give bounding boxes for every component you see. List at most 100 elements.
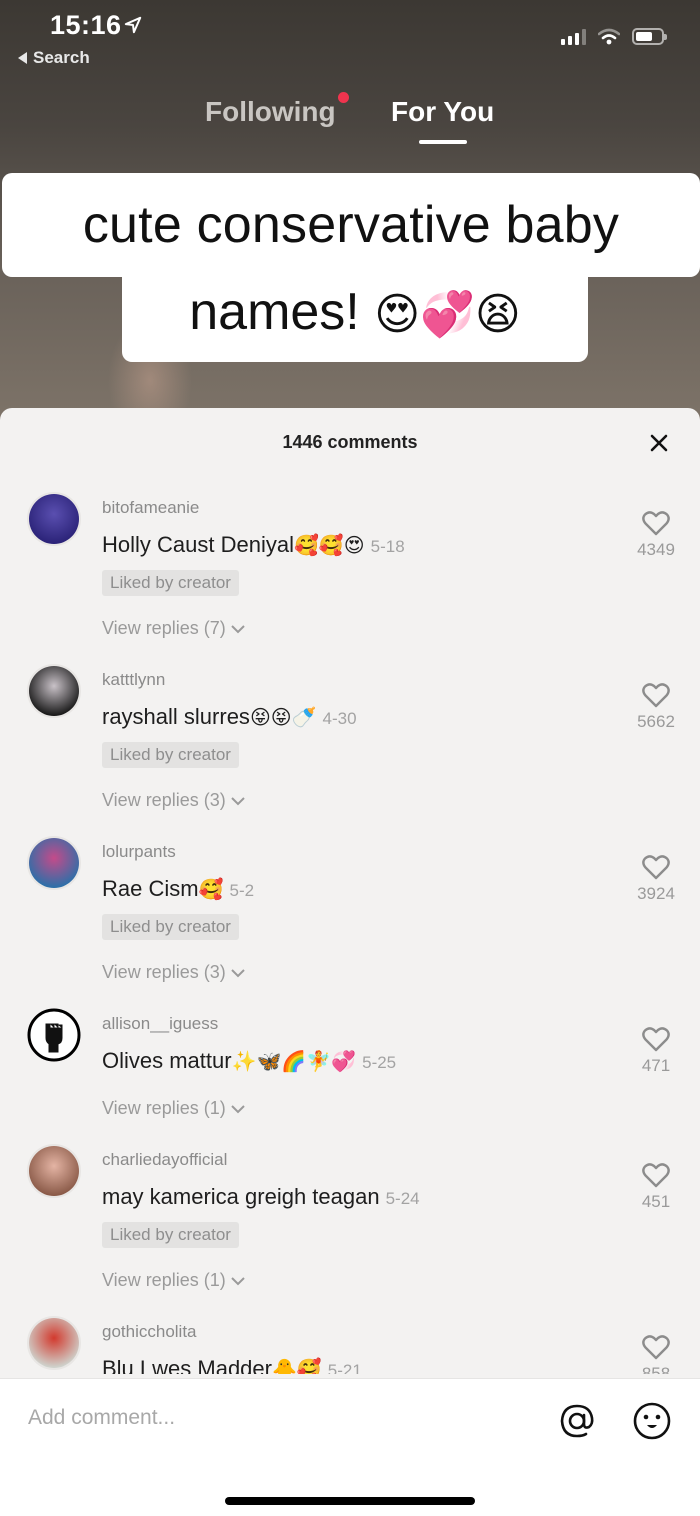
like-button[interactable]: 858 bbox=[626, 1334, 686, 1374]
comment-username[interactable]: bitofameanie bbox=[102, 498, 199, 518]
chevron-down-icon bbox=[231, 1104, 245, 1113]
view-replies-button[interactable]: View replies (1) bbox=[102, 1270, 246, 1291]
status-bar: 15:16 Search bbox=[0, 0, 700, 80]
comment-item[interactable]: bitofameanie Holly Caust Deniyal🥰🥰😍 5-18 Li… bbox=[0, 484, 700, 656]
comment-text: may kamerica greigh teagan 5-24 bbox=[102, 1184, 420, 1210]
like-count: 471 bbox=[641, 1056, 671, 1075]
heart-icon bbox=[642, 511, 670, 536]
comment-date: 5-21 bbox=[327, 1361, 362, 1374]
avatar[interactable] bbox=[27, 1144, 81, 1198]
comment-username[interactable]: allison__iguess bbox=[102, 1014, 218, 1034]
comment-emojis: 😝😝🍼 bbox=[249, 707, 317, 729]
heart-icon bbox=[642, 1027, 670, 1052]
chevron-down-icon bbox=[231, 624, 245, 633]
battery-icon bbox=[632, 28, 667, 45]
comment-emojis: 🐥🥰 bbox=[271, 1359, 322, 1374]
heart-icon bbox=[642, 1163, 670, 1188]
home-indicator[interactable] bbox=[225, 1497, 475, 1505]
back-to-search-button[interactable]: Search bbox=[18, 48, 90, 68]
view-replies-button[interactable]: View replies (7) bbox=[102, 618, 246, 639]
comment-body: Blu Lwes Madder bbox=[102, 1356, 272, 1374]
smiley-icon[interactable] bbox=[632, 1401, 672, 1441]
status-time: 15:16 bbox=[50, 10, 122, 40]
like-button[interactable]: 3924 bbox=[626, 854, 686, 904]
liked-by-creator-badge: Liked by creator bbox=[102, 914, 239, 940]
heart-icon bbox=[642, 855, 670, 880]
avatar[interactable] bbox=[27, 836, 81, 890]
comment-item[interactable]: gothiccholita Blu Lwes Madder🐥🥰 5-21 858 bbox=[0, 1308, 700, 1374]
comment-date: 5-2 bbox=[229, 881, 255, 900]
comment-composer bbox=[0, 1378, 700, 1516]
like-count: 858 bbox=[641, 1364, 671, 1374]
notification-dot bbox=[338, 92, 349, 103]
comment-date: 5-18 bbox=[370, 537, 405, 556]
comments-count-title: 1446 comments bbox=[282, 432, 418, 452]
view-replies-button[interactable]: View replies (1) bbox=[102, 1098, 246, 1119]
view-replies-label: View replies (3) bbox=[102, 962, 226, 982]
like-count: 5662 bbox=[637, 712, 675, 731]
avatar[interactable] bbox=[27, 1008, 81, 1062]
raised-fist-icon bbox=[27, 1008, 81, 1062]
like-count: 4349 bbox=[637, 540, 675, 559]
caption-text: names! bbox=[189, 283, 360, 341]
comment-body: may kamerica greigh teagan bbox=[102, 1184, 380, 1209]
chevron-down-icon bbox=[231, 1276, 245, 1285]
comment-text: Olives mattur✨🦋🌈🧚💞 5-25 bbox=[102, 1048, 396, 1074]
avatar[interactable] bbox=[27, 492, 81, 546]
comment-text: Holly Caust Deniyal🥰🥰😍 5-18 bbox=[102, 532, 405, 558]
location-arrow-icon bbox=[124, 16, 142, 34]
view-replies-label: View replies (3) bbox=[102, 790, 226, 810]
at-icon[interactable] bbox=[558, 1401, 596, 1441]
wifi-icon bbox=[598, 28, 620, 45]
view-replies-button[interactable]: View replies (3) bbox=[102, 962, 246, 983]
liked-by-creator-badge: Liked by creator bbox=[102, 570, 239, 596]
comment-text: rayshall slurres😝😝🍼 4-30 bbox=[102, 704, 357, 730]
add-comment-input[interactable] bbox=[28, 1403, 528, 1433]
comment-text: Blu Lwes Madder🐥🥰 5-21 bbox=[102, 1356, 362, 1374]
like-button[interactable]: 471 bbox=[626, 1026, 686, 1076]
tab-following[interactable]: Following bbox=[205, 96, 336, 128]
chevron-down-icon bbox=[231, 796, 245, 805]
liked-by-creator-badge: Liked by creator bbox=[102, 742, 239, 768]
active-tab-indicator bbox=[419, 140, 467, 144]
comment-username[interactable]: lolurpants bbox=[102, 842, 176, 862]
comment-date: 5-25 bbox=[362, 1053, 397, 1072]
comment-emojis: ✨🦋🌈🧚💞 bbox=[231, 1051, 357, 1073]
comment-username[interactable]: katttlynn bbox=[102, 670, 165, 690]
view-replies-button[interactable]: View replies (3) bbox=[102, 790, 246, 811]
view-replies-label: View replies (1) bbox=[102, 1270, 226, 1290]
like-count: 451 bbox=[641, 1192, 671, 1211]
like-button[interactable]: 451 bbox=[626, 1162, 686, 1212]
comment-item[interactable]: katttlynn rayshall slurres😝😝🍼 4-30 Liked by… bbox=[0, 656, 700, 828]
like-button[interactable]: 5662 bbox=[626, 682, 686, 732]
status-icons bbox=[561, 28, 667, 45]
comment-item[interactable]: allison__iguess Olives mattur✨🦋🌈🧚💞 5-25 Vie… bbox=[0, 1000, 700, 1136]
chevron-down-icon bbox=[231, 968, 245, 977]
liked-by-creator-badge: Liked by creator bbox=[102, 1222, 239, 1248]
comments-list[interactable]: bitofameanie Holly Caust Deniyal🥰🥰😍 5-18 Li… bbox=[0, 484, 700, 1374]
view-replies-label: View replies (7) bbox=[102, 618, 226, 638]
cellular-signal-icon bbox=[561, 28, 586, 45]
comment-body: Holly Caust Deniyal bbox=[102, 532, 294, 557]
comment-body: rayshall slurres bbox=[102, 704, 250, 729]
comment-body: Olives mattur bbox=[102, 1048, 232, 1073]
video-caption-line-2: names! 😍💞😫 bbox=[122, 262, 588, 362]
avatar[interactable] bbox=[27, 1316, 81, 1370]
tab-for-you[interactable]: For You bbox=[391, 96, 494, 128]
view-replies-label: View replies (1) bbox=[102, 1098, 226, 1118]
comment-emojis: 🥰🥰😍 bbox=[293, 535, 365, 557]
comment-username[interactable]: charliedayofficial bbox=[102, 1150, 227, 1170]
comment-text: Rae Cism🥰 5-2 bbox=[102, 876, 254, 902]
comment-date: 4-30 bbox=[322, 709, 357, 728]
like-button[interactable]: 4349 bbox=[626, 510, 686, 560]
back-label: Search bbox=[33, 48, 90, 67]
comment-item[interactable]: lolurpants Rae Cism🥰 5-2 Liked by creator Vi… bbox=[0, 828, 700, 1000]
close-icon[interactable] bbox=[648, 432, 670, 454]
comment-item[interactable]: charliedayofficial may kamerica greigh te… bbox=[0, 1136, 700, 1308]
avatar[interactable] bbox=[27, 664, 81, 718]
caption-emojis: 😍💞😫 bbox=[374, 290, 521, 339]
comment-body: Rae Cism bbox=[102, 876, 199, 901]
heart-icon bbox=[642, 1335, 670, 1360]
comment-username[interactable]: gothiccholita bbox=[102, 1322, 197, 1342]
heart-icon bbox=[642, 683, 670, 708]
